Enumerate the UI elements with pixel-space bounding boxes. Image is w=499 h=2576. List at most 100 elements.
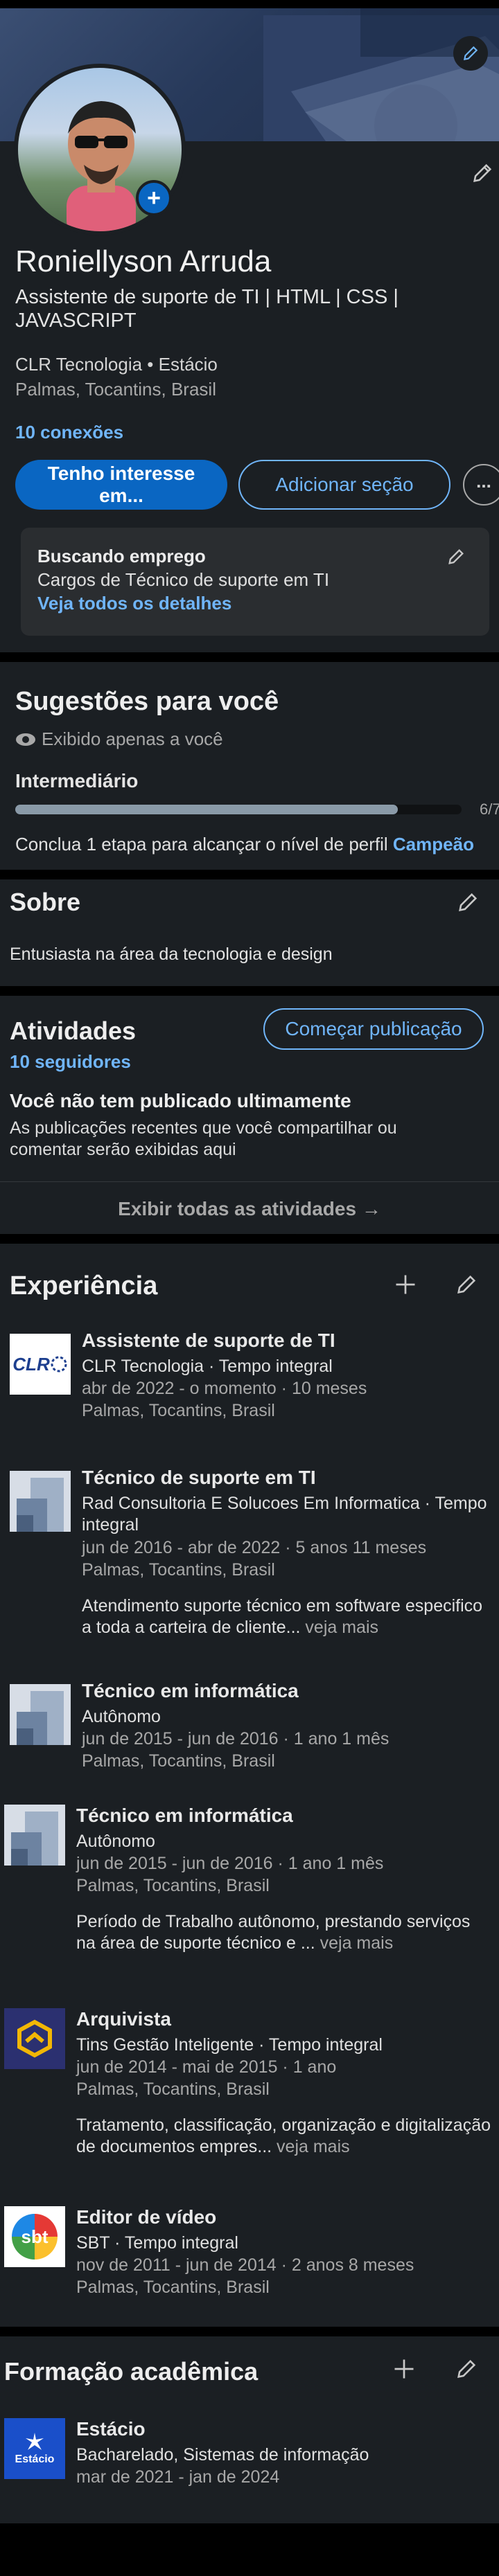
experience-title-text: Assistente de suporte de TI: [82, 1330, 335, 1351]
education-card: Formação acadêmica Estácio Estácio Bacha…: [0, 2336, 499, 2523]
experience-item[interactable]: Arquivista Tins Gestão Inteligente · Tem…: [0, 2008, 499, 2161]
education-dates: mar de 2021 - jan de 2024: [76, 2467, 280, 2487]
experience-item[interactable]: CLR Assistente de suporte de TI CLR Tecn…: [0, 1330, 499, 1440]
show-all-activity-link[interactable]: Exibir todas as atividades →: [0, 1198, 499, 1220]
activity-card: Atividades 10 seguidores Começar publica…: [0, 996, 499, 1234]
section-divider: [0, 1234, 499, 1244]
experience-dates: jun de 2014 - mai de 2015 · 1 ano: [76, 2057, 337, 2077]
experience-title-text: Editor de vídeo: [76, 2206, 217, 2228]
suggestions-title: Sugestões para você: [15, 687, 279, 716]
edit-open-to-work-button[interactable]: [442, 543, 470, 571]
section-divider: [0, 652, 499, 662]
experience-item[interactable]: Técnico em informática Autônomo jun de 2…: [0, 1680, 499, 1791]
experience-title-text: Técnico em informática: [82, 1680, 299, 1701]
pencil-icon: [457, 2359, 476, 2378]
see-more-link[interactable]: veja mais: [305, 1618, 378, 1637]
experience-description: Atendimento suporte técnico em software …: [82, 1596, 483, 1637]
tins-logo: [4, 2008, 65, 2069]
experience-company: SBT · Tempo integral: [76, 2233, 238, 2253]
experience-dates: nov de 2011 - jun de 2014 · 2 anos 8 mes…: [76, 2255, 414, 2275]
open-to-work-roles: Cargos de Técnico de suporte em TI: [37, 569, 330, 590]
plus-icon: [394, 2359, 414, 2379]
eye-icon: [16, 733, 35, 746]
more-icon: ...: [476, 470, 491, 492]
open-to-label: Tenho interesse em...: [47, 463, 195, 506]
pencil-icon: [473, 163, 492, 182]
experience-title-text: Técnico de suporte em TI: [82, 1467, 316, 1488]
about-card: Sobre Entusiasta na área da tecnologia e…: [0, 879, 499, 986]
edit-experience-button[interactable]: [449, 1267, 484, 1302]
pencil-icon: [457, 1275, 476, 1294]
progress-label: 6/7: [480, 800, 499, 818]
profile-level: Intermediário: [15, 770, 139, 791]
open-to-work-card[interactable]: Buscando emprego Cargos de Técnico de su…: [21, 528, 489, 636]
open-to-button[interactable]: Tenho interesse em...: [15, 460, 227, 510]
bottom-edge: [0, 2523, 499, 2576]
experience-item[interactable]: sbt Editor de vídeo SBT · Tempo integral…: [0, 2206, 499, 2317]
start-post-button[interactable]: Começar publicação: [263, 1008, 484, 1050]
experience-company: CLR Tecnologia · Tempo integral: [82, 1357, 333, 1376]
top-edge: [0, 0, 499, 8]
see-more-link[interactable]: veja mais: [320, 1933, 394, 1953]
experience-title: Experiência: [10, 1271, 158, 1300]
see-more-link[interactable]: veja mais: [277, 2137, 350, 2156]
pencil-icon: [459, 893, 478, 911]
profile-card: + Roniellyson Arruda Assistente de supor…: [0, 8, 499, 652]
experience-location: Palmas, Tocantins, Brasil: [76, 2278, 270, 2297]
pencil-icon: [448, 549, 464, 564]
edit-education-button[interactable]: [449, 2352, 484, 2386]
experience-location: Palmas, Tocantins, Brasil: [76, 2079, 270, 2099]
level-message-text: Conclua 1 etapa para alcançar o nível de…: [15, 834, 388, 855]
suggestions-card: Sugestões para você Exibido apenas a voc…: [0, 662, 499, 870]
private-visibility-label: Exibido apenas a você: [42, 728, 223, 749]
profile-location: Palmas, Tocantins, Brasil: [15, 379, 216, 400]
progress-track: [15, 805, 462, 814]
building-placeholder-logo: [4, 1805, 65, 1866]
experience-item[interactable]: Técnico de suporte em TI Rad Consultoria…: [0, 1467, 499, 1640]
section-divider: [0, 870, 499, 879]
experience-item[interactable]: Técnico em informática Autônomo jun de 2…: [0, 1805, 499, 1957]
see-details-link[interactable]: Veja todos os detalhes: [37, 593, 231, 614]
profile-company-line: CLR Tecnologia • Estácio: [15, 354, 218, 375]
degree: Bacharelado, Sistemas de informação: [76, 2445, 369, 2465]
activity-divider: [0, 1181, 499, 1182]
experience-dates: jun de 2016 - abr de 2022 · 5 anos 11 me…: [82, 1538, 427, 1557]
experience-description: Período de Trabalho autônomo, prestando …: [76, 1912, 471, 1953]
progress-fill: [15, 805, 398, 814]
experience-company: Autônomo: [76, 1832, 155, 1851]
experience-dates: abr de 2022 - o momento · 10 meses: [82, 1379, 367, 1398]
estacio-logo: Estácio: [4, 2418, 65, 2479]
about-title: Sobre: [10, 888, 81, 916]
experience-title-text: Técnico em informática: [76, 1805, 293, 1826]
edit-profile-button[interactable]: [469, 159, 496, 187]
edit-cover-button[interactable]: [453, 36, 488, 71]
section-divider: [0, 2327, 499, 2336]
add-education-button[interactable]: [387, 2352, 421, 2386]
experience-location: Palmas, Tocantins, Brasil: [76, 1876, 270, 1895]
level-champion-link[interactable]: Campeão: [393, 834, 474, 855]
experience-dates: jun de 2015 - jun de 2016 · 1 ano 1 mês: [76, 1854, 384, 1873]
followers-count[interactable]: 10 seguidores: [10, 1051, 131, 1073]
profile-headline: Assistente de suporte de TI | HTML | CSS…: [15, 286, 399, 332]
add-photo-button[interactable]: +: [136, 180, 172, 216]
experience-dates: jun de 2015 - jun de 2016 · 1 ano 1 mês: [82, 1729, 389, 1748]
plus-icon: +: [147, 185, 161, 211]
add-section-button[interactable]: Adicionar seção: [238, 460, 450, 510]
experience-company: Autônomo: [82, 1707, 161, 1726]
experience-location: Palmas, Tocantins, Brasil: [82, 1751, 275, 1771]
experience-location: Palmas, Tocantins, Brasil: [82, 1401, 275, 1420]
clr-logo: CLR: [10, 1334, 71, 1395]
more-button[interactable]: ...: [463, 464, 499, 506]
sbt-logo: sbt: [4, 2206, 65, 2267]
private-visibility: Exibido apenas a você: [15, 728, 223, 750]
education-item[interactable]: Estácio Estácio Bacharelado, Sistemas de…: [0, 2418, 499, 2501]
level-message: Conclua 1 etapa para alcançar o nível de…: [15, 834, 474, 855]
edit-about-button[interactable]: [452, 886, 484, 918]
activity-title: Atividades: [10, 1017, 137, 1045]
no-posts-text: As publicações recentes que você compart…: [10, 1118, 397, 1159]
add-experience-button[interactable]: [388, 1267, 423, 1302]
pencil-icon: [463, 46, 478, 61]
connections-link[interactable]: 10 conexões: [15, 421, 123, 443]
plus-icon: [396, 1275, 415, 1294]
start-post-label: Começar publicação: [285, 1018, 462, 1039]
